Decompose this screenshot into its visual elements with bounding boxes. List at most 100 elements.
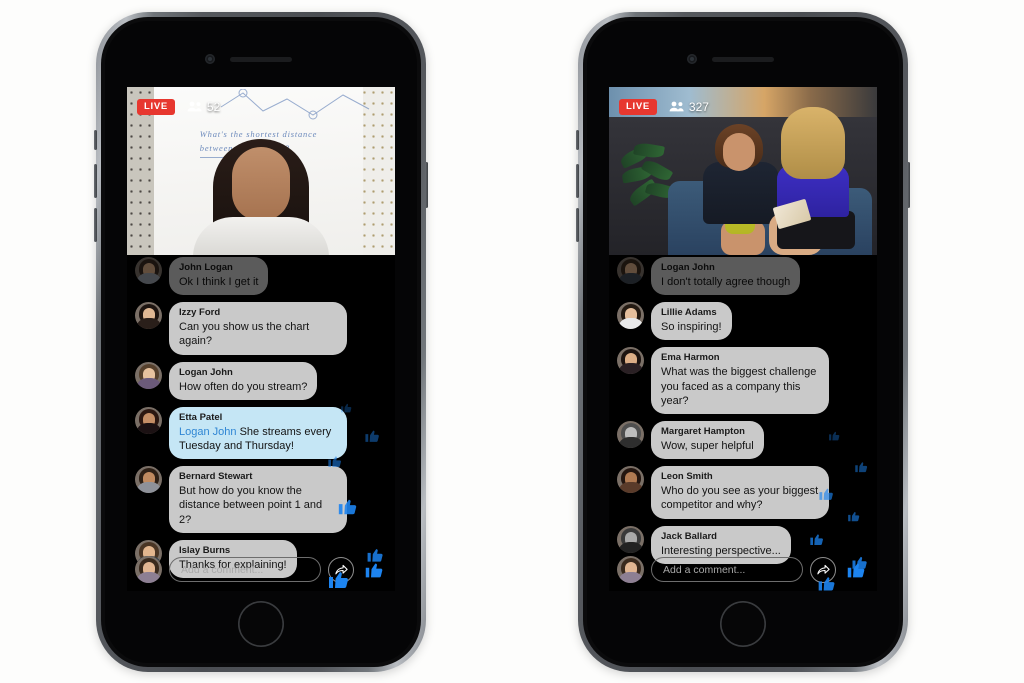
avatar <box>617 421 644 449</box>
message-author: Etta Patel <box>179 411 223 423</box>
power-button[interactable] <box>425 162 428 208</box>
message-bubble: John Logan Ok I think I get it <box>169 257 269 296</box>
interviewer-figure <box>751 107 861 255</box>
list-item[interactable]: Lillie Adams So inspiring! <box>617 302 869 341</box>
message-bubble: Leon Smith Who do you see as your bigges… <box>651 466 829 519</box>
viewer-count: 327 <box>688 99 709 114</box>
live-video-player[interactable]: LIVE 327 <box>609 87 877 255</box>
phone-device-right: LIVE 327 Logan John I don't totally agre… <box>576 12 910 672</box>
message-text: I don't totally agree though <box>661 275 791 288</box>
like-button[interactable] <box>843 559 869 580</box>
message-author: Bernard Stewart <box>179 471 253 483</box>
avatar <box>617 347 644 375</box>
phone-glass: What's the shortest distance between (1)… <box>105 21 417 663</box>
message-bubble: Izzy Ford Can you show us the chart agai… <box>169 302 347 355</box>
volume-up-button[interactable] <box>576 164 579 198</box>
avatar <box>617 466 644 494</box>
message-author: Margaret Hampton <box>661 426 745 438</box>
front-camera-icon <box>687 54 697 64</box>
share-button[interactable] <box>328 556 354 583</box>
list-item[interactable]: Izzy Ford Can you show us the chart agai… <box>135 302 387 355</box>
viewer-count: 52 <box>206 99 221 114</box>
message-text: But how do you know the distance between… <box>179 485 323 526</box>
comment-composer: Add a comment... <box>135 556 387 583</box>
list-item[interactable]: Bernard Stewart But how do you know the … <box>135 466 387 534</box>
list-item[interactable]: Ema Harmon What was the biggest challeng… <box>617 347 869 415</box>
comment-placeholder: Add a comment... <box>181 563 264 576</box>
message-bubble: Bernard Stewart But how do you know the … <box>169 466 347 534</box>
message-bubble: Logan John How often do you stream? <box>169 361 318 400</box>
comment-composer: Add a comment... <box>617 556 869 583</box>
message-bubble: Ema Harmon What was the biggest challeng… <box>651 347 829 415</box>
message-author: Jack Ballard <box>661 530 717 542</box>
people-icon <box>187 101 202 112</box>
list-item[interactable]: Logan John I don't totally agree though <box>617 257 869 296</box>
earpiece-speaker <box>230 57 292 62</box>
comment-input[interactable]: Add a comment... <box>651 557 803 582</box>
message-bubble-highlighted: Etta Patel Logan John She streams every … <box>169 406 347 460</box>
viewer-count-group: 52 <box>187 100 220 114</box>
message-author: John Logan <box>179 262 233 273</box>
message-author: Logan John <box>661 262 715 273</box>
viewer-count-group: 327 <box>669 100 709 114</box>
screenshot-stage: What's the shortest distance between (1)… <box>0 0 1024 683</box>
message-author: Izzy Ford <box>179 307 221 319</box>
current-user-avatar[interactable] <box>135 556 162 583</box>
volume-down-button[interactable] <box>94 208 97 242</box>
live-badge: LIVE <box>619 99 657 115</box>
presenter-figure <box>186 135 336 255</box>
message-text: What was the biggest challenge you faced… <box>661 366 817 407</box>
silent-switch[interactable] <box>576 130 579 150</box>
message-text: Can you show us the chart again? <box>179 321 310 348</box>
avatar <box>617 257 644 284</box>
current-user-avatar[interactable] <box>617 556 644 583</box>
home-button[interactable] <box>238 601 284 647</box>
live-status-bar: LIVE 52 <box>137 99 220 115</box>
avatar <box>135 361 162 389</box>
message-text: So inspiring! <box>661 321 722 334</box>
message-text: Logan John She streams every Tuesday and… <box>179 425 337 454</box>
share-button[interactable] <box>810 556 836 583</box>
message-bubble: Lillie Adams So inspiring! <box>651 302 732 341</box>
volume-up-button[interactable] <box>94 164 97 198</box>
thumbs-up-icon <box>365 563 382 578</box>
list-item[interactable]: Logan John How often do you stream? <box>135 361 387 400</box>
share-arrow-icon <box>816 564 830 575</box>
volume-down-button[interactable] <box>576 208 579 242</box>
avatar <box>617 302 644 330</box>
message-text: How often do you stream? <box>179 380 308 393</box>
phone-glass: LIVE 327 Logan John I don't totally agre… <box>587 21 899 663</box>
message-bubble: Logan John I don't totally agree though <box>651 257 801 296</box>
list-item[interactable]: John Logan Ok I think I get it <box>135 257 387 296</box>
message-text: Ok I think I get it <box>179 275 259 288</box>
message-author: Logan John <box>179 366 233 378</box>
live-video-player[interactable]: What's the shortest distance between (1)… <box>127 87 395 255</box>
chat-panel-left[interactable]: John Logan Ok I think I get it Izzy Ford… <box>127 255 395 591</box>
home-button[interactable] <box>720 601 766 647</box>
message-text: Wow, super helpful <box>661 439 754 452</box>
message-list: John Logan Ok I think I get it Izzy Ford… <box>127 257 395 579</box>
share-arrow-icon <box>334 564 348 575</box>
like-button[interactable] <box>361 559 387 580</box>
avatar <box>135 406 162 434</box>
avatar <box>617 525 644 553</box>
message-author: Lillie Adams <box>661 307 717 319</box>
power-button[interactable] <box>907 162 910 208</box>
message-text: Who do you see as your biggest competito… <box>661 485 819 512</box>
avatar <box>135 302 162 330</box>
thumbs-up-icon <box>847 563 864 578</box>
message-author: Ema Harmon <box>661 352 720 364</box>
list-item[interactable]: Leon Smith Who do you see as your bigges… <box>617 466 869 519</box>
list-item[interactable]: Etta Patel Logan John She streams every … <box>135 406 387 460</box>
message-bubble: Margaret Hampton Wow, super helpful <box>651 421 764 460</box>
chat-panel-right[interactable]: Logan John I don't totally agree though <box>609 255 877 591</box>
earpiece-speaker <box>712 57 774 62</box>
silent-switch[interactable] <box>94 130 97 150</box>
phone-device-left: What's the shortest distance between (1)… <box>94 12 428 672</box>
app-screen-left: What's the shortest distance between (1)… <box>127 87 395 591</box>
comment-input[interactable]: Add a comment... <box>169 557 321 582</box>
mention-tag[interactable]: Logan John <box>179 426 237 438</box>
avatar <box>135 466 162 494</box>
live-badge: LIVE <box>137 99 175 115</box>
list-item[interactable]: Margaret Hampton Wow, super helpful <box>617 421 869 460</box>
